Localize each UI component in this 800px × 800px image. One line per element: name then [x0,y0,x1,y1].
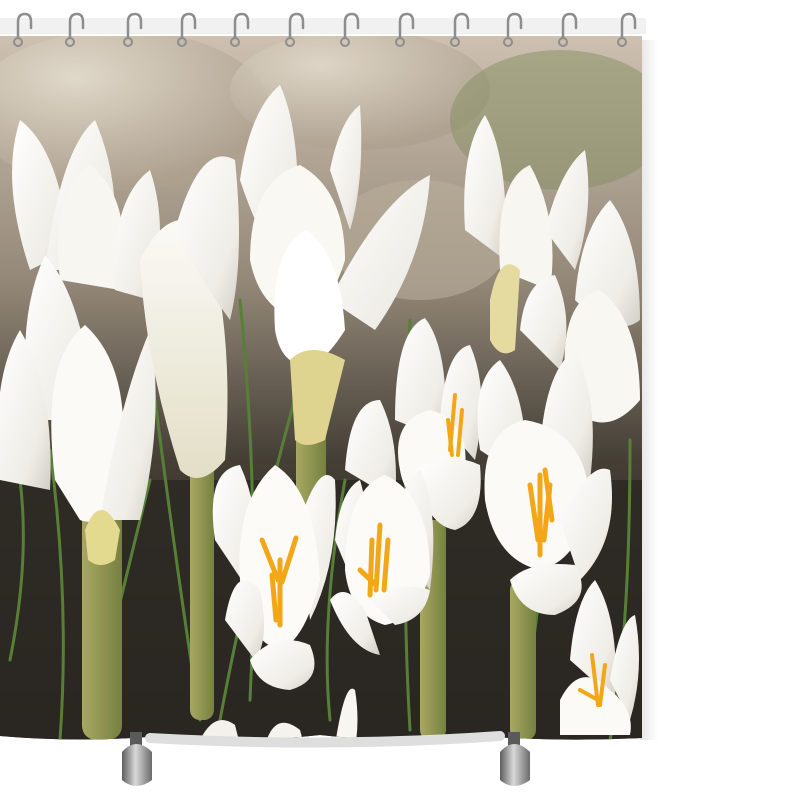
curtain-rod [0,18,646,34]
curtain-hem [145,731,505,748]
product-scene [0,0,800,800]
curtain-fabric [0,36,642,740]
shower-curtain-illustration [0,12,646,786]
curtain-weight-right [500,732,530,786]
